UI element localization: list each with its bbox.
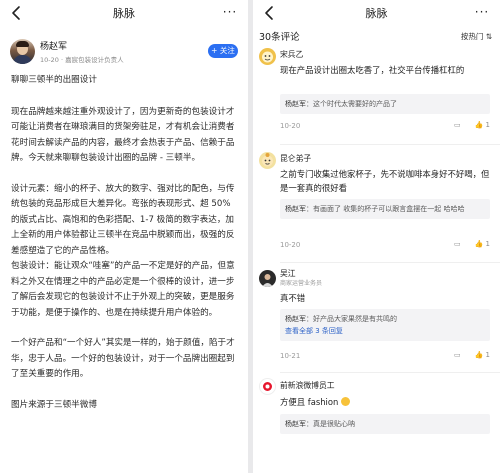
article-paragraph-3: 包装设计：能让观众“哇塞”的产品一不定是好的产品，但意料之外又在情理之中的产品必… [11,261,235,318]
like-count: 1 [485,351,490,359]
article-paragraph-1: 现在品牌越来越注重外观设计了，因为更新奇的包装设计才可能让消费者在琳琅满目的货架… [11,106,235,164]
reply-text: ：真是很贴心呐 [306,420,355,428]
comments-nav-bar: 脉脉 ··· [253,0,500,26]
comment-item: 吴江 商家运营业务员 真不错 杨赵军：好产品大家果然是有共鸣的 查看全部 3 条… [253,264,500,376]
reply-author-name[interactable]: 杨赵军 [285,100,306,108]
comment-divider [280,144,500,145]
comment-divider [280,262,500,263]
reply-author-name[interactable]: 杨赵军 [285,420,306,428]
comment-text: 现在产品设计出圈太吃香了，社交平台传播杠杠的 [280,65,465,75]
wink-emoji-icon [340,397,350,406]
author-reply[interactable]: 杨赵军：真是很贴心呐 [280,414,490,434]
commenter-name[interactable]: 昆仑弟子 [280,153,311,164]
comment-text: 真不错 [280,293,306,303]
reply-text: ：有画面了 收集的杯子可以跟言盒摆在一起 哈哈哈 [306,205,465,213]
author-avatar[interactable] [10,39,35,64]
reply-text: ：好产品大家果然是有共鸣的 [306,315,397,323]
comments-header: 30条评论 按热门 ⇅ [253,26,500,46]
commenter-title: 商家运营业务员 [280,280,323,287]
comment-date: 10-20 [280,122,301,130]
comment-actions: ▭ 👍 1 [440,121,490,129]
article-body: 聊聊三顿半的出圈设计 现在品牌越来越注重外观设计了，因为更新奇的包装设计才可能让… [0,73,248,413]
comment-actions: ▭ 👍 1 [440,240,490,248]
like-count: 1 [485,240,490,248]
article-nav-bar: 脉脉 ··· [0,0,248,26]
comment-reply-icon[interactable]: ▭ [454,240,461,248]
comment-text: 之前专门收集过他家杯子，先不说咖啡本身好不好喝，但是一套真的很好看 [280,169,490,193]
author-subtitle: 10-20 · 嘉宸包装设计负责人 [40,56,124,64]
article-paragraph-4: 一个好产品和“一个好人”其实是一样的，始于颜值，陷于才华，忠于人品。一个好的包装… [11,338,235,379]
nav-title: 脉脉 [113,7,135,20]
reply-author-name[interactable]: 杨赵军 [285,205,306,213]
reply-text: ：这个时代太需要好的产品了 [306,100,397,108]
like-button[interactable]: 👍 1 [475,121,490,129]
sort-by-hot-toggle[interactable]: 按热门 ⇅ [461,31,492,42]
comment-item: 宋兵乙 现在产品设计出圈太吃香了，社交平台传播杠杠的 杨赵军：这个时代太需要好的… [253,46,500,146]
comment-count: 30条评论 [259,32,300,43]
author-reply[interactable]: 杨赵军：这个时代太需要好的产品了 [280,94,490,114]
nav-title: 脉脉 [365,7,388,20]
comment-reply-icon[interactable]: ▭ [454,121,461,129]
commenter-name[interactable]: 宋兵乙 [280,49,303,60]
comments-screen: 脉脉 ··· 30条评论 按热门 ⇅ 宋兵乙 现在产品设计出圈太吃香了，社交平台… [253,0,500,473]
like-button[interactable]: 👍 1 [475,351,490,359]
like-button[interactable]: 👍 1 [475,240,490,248]
comment-reply-icon[interactable]: ▭ [454,351,461,359]
comment-divider [280,372,500,373]
comment-actions: ▭ 👍 1 [440,351,490,359]
image-source-note: 图片来源于三顿半微博 [11,399,97,410]
comment-item: 前新浪微博员工 方便且 fashion 杨赵军：真是很贴心呐 [253,376,500,456]
back-arrow-icon[interactable] [9,5,25,21]
comment-date: 10-20 [280,241,301,249]
author-reply[interactable]: 杨赵军：好产品大家果然是有共鸣的 查看全部 3 条回复 [280,309,490,341]
view-all-replies-link[interactable]: 查看全部 3 条回复 [285,325,485,337]
author-reply[interactable]: 杨赵军：有画面了 收集的杯子可以跟言盒摆在一起 哈哈哈 [280,199,490,219]
article-screen: 脉脉 ··· 杨赵军 10-20 · 嘉宸包装设计负责人 + 关注 聊聊三顿半的… [0,0,248,473]
article-heading: 聊聊三顿半的出圈设计 [11,75,97,85]
screenshot-composite: 脉脉 ··· 杨赵军 10-20 · 嘉宸包装设计负责人 + 关注 聊聊三顿半的… [0,0,500,473]
like-count: 1 [485,121,490,129]
comment-date: 10-21 [280,352,301,360]
author-header: 杨赵军 10-20 · 嘉宸包装设计负责人 + 关注 [0,38,248,72]
commenter-avatar[interactable] [259,152,276,169]
follow-button[interactable]: + 关注 [208,44,238,58]
more-options-icon[interactable]: ··· [472,5,492,21]
commenter-name[interactable]: 前新浪微博员工 [280,380,335,391]
author-name[interactable]: 杨赵军 [40,39,67,52]
comment-item: 昆仑弟子 之前专门收集过他家杯子，先不说咖啡本身好不好喝，但是一套真的很好看 杨… [253,146,500,264]
back-arrow-icon[interactable] [262,5,278,21]
commenter-avatar[interactable] [259,48,276,65]
comment-text: 方便且 fashion [280,395,490,409]
more-options-icon[interactable]: ··· [220,5,240,21]
commenter-avatar[interactable] [259,378,276,395]
commenter-avatar[interactable] [259,270,276,287]
article-paragraph-2: 设计元素：缩小的杯子、放大的数字、强对比的配色，与传统包装的竞品形成巨大差异化。… [11,183,235,256]
reply-author-name[interactable]: 杨赵军 [285,315,306,323]
